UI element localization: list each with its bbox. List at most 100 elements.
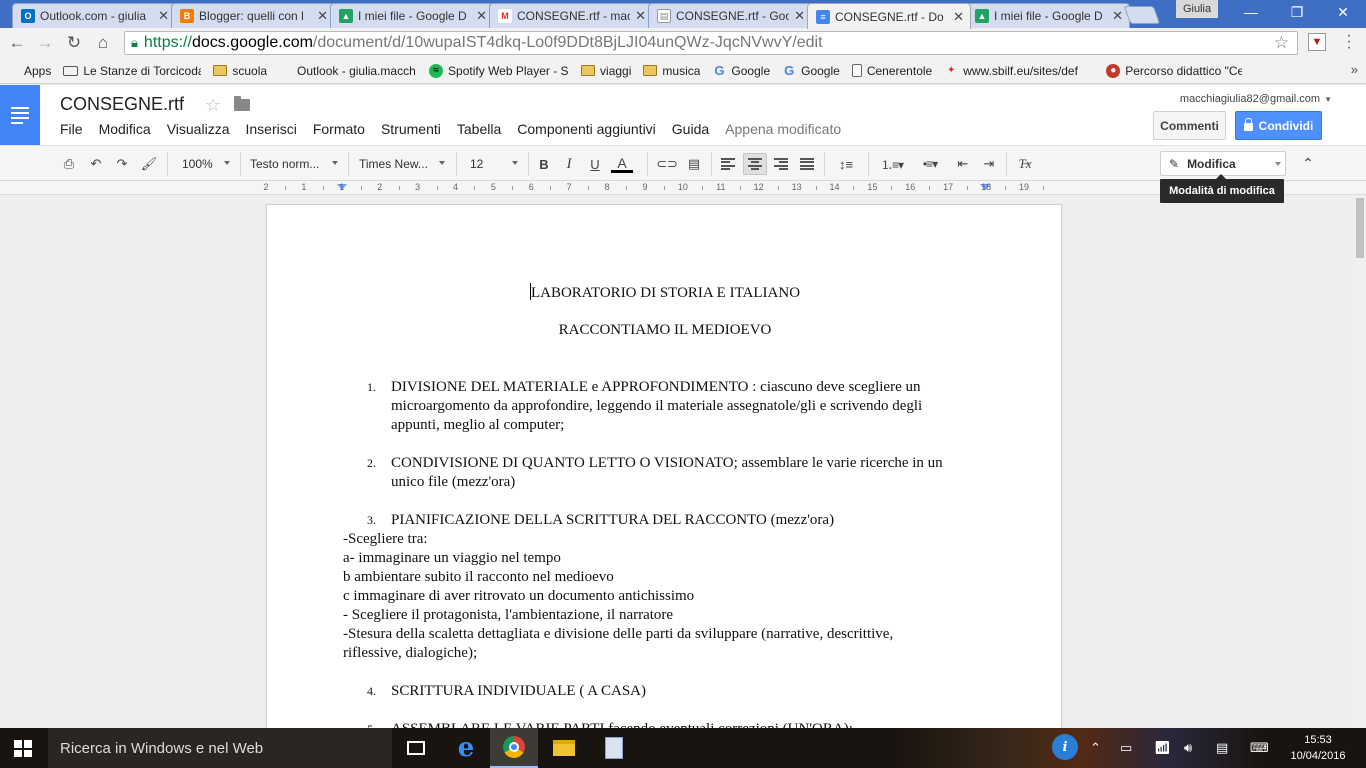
- home-icon[interactable]: ⌂: [92, 32, 114, 54]
- bookmark-google-2[interactable]: G Google: [782, 64, 840, 78]
- close-tab-icon[interactable]: ✕: [317, 8, 328, 24]
- paragraph-line[interactable]: b ambientare subito il racconto nel medi…: [343, 568, 614, 587]
- show-hidden-icons-icon[interactable]: ⌃: [1090, 740, 1101, 756]
- italic-icon[interactable]: I: [558, 153, 580, 175]
- tab-blogger[interactable]: B Blogger: quelli con l ✕: [171, 3, 335, 28]
- menu-formato[interactable]: Formato: [313, 121, 365, 137]
- line-spacing-icon[interactable]: ↕≡: [832, 153, 860, 175]
- menu-visualizza[interactable]: Visualizza: [167, 121, 230, 137]
- zoom-select[interactable]: 100%: [178, 153, 232, 175]
- close-tab-icon[interactable]: ✕: [635, 8, 646, 24]
- paint-format-icon[interactable]: 🖌︎: [138, 153, 160, 175]
- close-window-icon[interactable]: ✕: [1320, 0, 1366, 24]
- bookmark-spotify[interactable]: ≈ Spotify Web Player - S: [429, 63, 569, 78]
- back-arrow-icon[interactable]: ←: [6, 32, 28, 54]
- list-item-text[interactable]: ASSEMBLARE LE VARIE PARTI facendo eventu…: [391, 720, 991, 728]
- paragraph-line[interactable]: c immaginare di aver ritrovato un docume…: [343, 587, 694, 606]
- menu-strumenti[interactable]: Strumenti: [381, 121, 441, 137]
- app-document-icon[interactable]: [590, 728, 638, 768]
- tab-outlook[interactable]: O Outlook.com - giulia ✕: [12, 3, 176, 28]
- bookmark-percorso-didattico[interactable]: ● Percorso didattico "Ce: [1106, 63, 1242, 78]
- bulleted-list-icon[interactable]: •≡▾: [914, 153, 946, 175]
- decrease-indent-icon[interactable]: ⇤: [952, 153, 974, 175]
- volume-icon[interactable]: 🔊︎: [1184, 740, 1192, 756]
- bookmark-sbilf[interactable]: ✦ www.sbilf.eu/sites/def: [944, 64, 1094, 78]
- reload-icon[interactable]: ↻: [63, 32, 85, 54]
- font-select[interactable]: Times New...: [355, 153, 447, 175]
- increase-indent-icon[interactable]: ⇥: [978, 153, 1000, 175]
- taskbar-search-input[interactable]: Ricerca in Windows e nel Web: [48, 728, 392, 768]
- collapse-menus-icon[interactable]: ⌃: [1298, 152, 1318, 174]
- paragraph-line[interactable]: riflessive, dialogiche);: [343, 644, 477, 663]
- align-justify-icon[interactable]: [796, 153, 818, 175]
- font-size-select[interactable]: 12: [466, 153, 520, 175]
- save-status[interactable]: Appena modificato: [725, 121, 841, 137]
- bold-icon[interactable]: B: [533, 153, 555, 175]
- tab-gmail[interactable]: M CONSEGNE.rtf - mac ✕: [489, 3, 653, 28]
- tab-drive-2[interactable]: ▲ I miei file - Google D ✕: [966, 3, 1130, 28]
- task-view-icon[interactable]: [392, 728, 440, 768]
- redo-icon[interactable]: ↷: [111, 153, 133, 175]
- undo-icon[interactable]: ↶: [85, 153, 107, 175]
- document-page[interactable]: LABORATORIO DI STORIA E ITALIANO RACCONT…: [266, 204, 1062, 728]
- close-tab-icon[interactable]: ✕: [794, 8, 805, 24]
- paragraph-line[interactable]: -Stesura della scaletta dettagliata e di…: [343, 625, 893, 644]
- notification-app-icon[interactable]: i: [1052, 734, 1078, 760]
- battery-icon[interactable]: ▭: [1120, 740, 1132, 756]
- restore-icon[interactable]: ❐: [1274, 0, 1320, 24]
- vertical-scrollbar[interactable]: [1354, 196, 1366, 728]
- align-center-icon[interactable]: [743, 153, 767, 175]
- bookmark-folder-scuola[interactable]: scuola: [213, 64, 267, 78]
- chrome-taskbar-icon[interactable]: [490, 728, 538, 768]
- profile-button[interactable]: Giulia: [1176, 0, 1218, 18]
- list-item-text[interactable]: unico file (mezz'ora): [391, 473, 991, 492]
- minimize-icon[interactable]: —: [1228, 0, 1274, 24]
- menu-inserisci[interactable]: Inserisci: [245, 121, 296, 137]
- menu-guida[interactable]: Guida: [672, 121, 709, 137]
- paragraph-style-select[interactable]: Testo norm...: [246, 153, 340, 175]
- editing-mode-select[interactable]: ✎ Modifica: [1160, 151, 1286, 176]
- bookmark-folder-viaggi[interactable]: viaggi: [581, 64, 631, 78]
- tab-consegne-docs[interactable]: ≡ CONSEGNE.rtf - Do ✕: [807, 3, 971, 29]
- text-color-icon[interactable]: A: [610, 153, 634, 175]
- menu-componenti-aggiuntivi[interactable]: Componenti aggiuntivi: [517, 121, 656, 137]
- star-icon[interactable]: ☆: [205, 95, 221, 116]
- chrome-menu-icon[interactable]: · · ·: [1344, 28, 1354, 56]
- list-item-text[interactable]: microargomento da approfondire, leggendo…: [391, 397, 991, 416]
- comments-button[interactable]: Commenti: [1153, 111, 1226, 140]
- share-button[interactable]: Condividi: [1235, 111, 1322, 140]
- bookmark-google-1[interactable]: G Google: [712, 64, 770, 78]
- menu-modifica[interactable]: Modifica: [99, 121, 151, 137]
- new-tab-button[interactable]: [1123, 6, 1161, 24]
- bookmark-apps[interactable]: Apps: [7, 64, 51, 78]
- list-item-text[interactable]: CONDIVISIONE DI QUANTO LETTO O VISIONATO…: [391, 454, 991, 473]
- file-explorer-icon[interactable]: [540, 728, 588, 768]
- extension-shield-icon[interactable]: ▼: [1308, 33, 1326, 51]
- menu-tabella[interactable]: Tabella: [457, 121, 501, 137]
- align-right-icon[interactable]: [770, 153, 792, 175]
- close-tab-icon[interactable]: ✕: [158, 8, 169, 24]
- align-left-icon[interactable]: [717, 153, 739, 175]
- document-heading-2[interactable]: RACCONTIAMO IL MEDIOEVO: [267, 321, 1063, 340]
- windows-start-icon[interactable]: [14, 740, 32, 757]
- action-center-icon[interactable]: ▤: [1216, 740, 1228, 756]
- paragraph-line[interactable]: - Scegliere il protagonista, l'ambientaz…: [343, 606, 673, 625]
- more-bookmarks-icon[interactable]: »: [1351, 62, 1358, 77]
- print-icon[interactable]: ⎙: [58, 153, 80, 175]
- forward-arrow-icon[interactable]: →: [34, 32, 56, 54]
- paragraph-line[interactable]: a- immaginare un viaggio nel tempo: [343, 549, 561, 568]
- keyboard-icon[interactable]: ⌨: [1250, 740, 1269, 756]
- clear-formatting-icon[interactable]: T̶x: [1014, 153, 1036, 175]
- folder-icon[interactable]: [234, 96, 250, 111]
- bookmark-folder-musica[interactable]: musica: [643, 64, 700, 78]
- bookmark-star-icon[interactable]: ☆: [1274, 33, 1289, 53]
- address-bar[interactable]: 🔒︎ https://docs.google.com/document/d/10…: [124, 31, 1298, 55]
- taskbar-clock[interactable]: 15:53 10/04/2016: [1282, 732, 1354, 764]
- insert-comment-icon[interactable]: ▤: [683, 153, 705, 175]
- tab-drive-1[interactable]: ▲ I miei file - Google D ✕: [330, 3, 494, 28]
- bookmark-stanze-torcicoda[interactable]: Le Stanze di Torcicoda: [63, 64, 201, 78]
- list-item-text[interactable]: appunti, meglio al computer;: [391, 416, 991, 435]
- bookmark-cenerentole[interactable]: Cenerentole: [851, 64, 932, 78]
- docs-home-icon[interactable]: [0, 85, 40, 145]
- edge-browser-icon[interactable]: e: [442, 728, 490, 768]
